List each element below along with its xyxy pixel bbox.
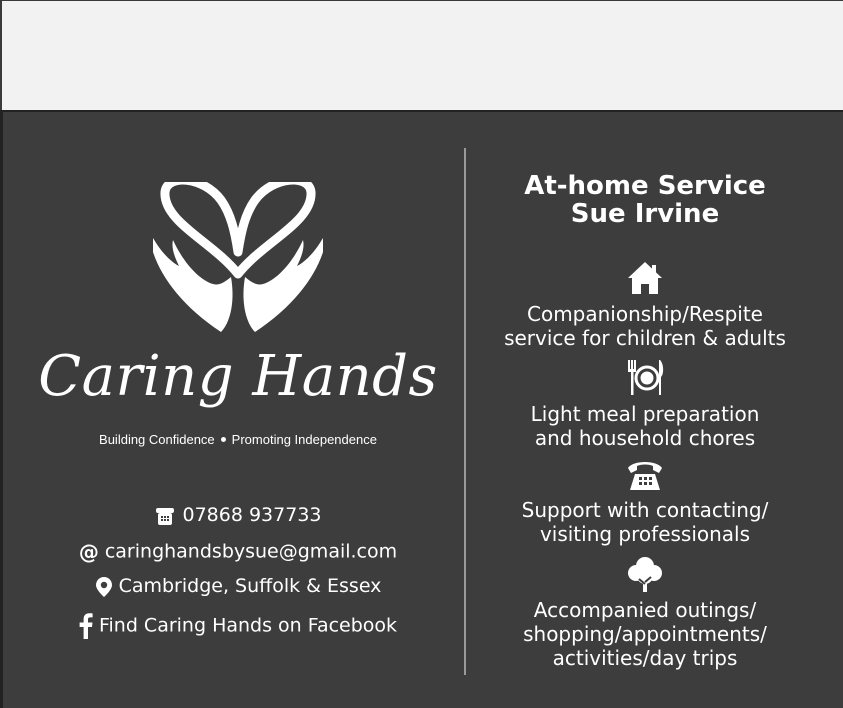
service-item-line: Light meal preparation <box>530 402 760 426</box>
contact-email[interactable]: @ caringhandsbysue@gmail.com <box>3 540 473 564</box>
brand-tagline: Building Confidence Promoting Independenc… <box>3 432 473 447</box>
heart-hands-logo-icon <box>153 182 323 332</box>
contact-phone[interactable]: 07868 937733 <box>3 504 473 527</box>
at-sign-icon: @ <box>78 540 99 564</box>
top-blank-strip <box>0 0 843 110</box>
facebook-text: Find Caring Hands on Facebook <box>98 614 398 637</box>
house-icon <box>628 262 662 294</box>
brand-name: Caring Hands <box>38 344 438 409</box>
service-item-line: activities/day trips <box>552 646 738 670</box>
telephone-icon <box>156 507 175 525</box>
service-item-line: Accompanied outings/ <box>533 598 757 622</box>
business-card: Caring Hands Building Confidence Promotin… <box>0 110 843 708</box>
tree-icon <box>628 557 662 592</box>
tagline-left: Building Confidence <box>99 432 215 447</box>
service-title-line1: At-home Service <box>524 171 766 201</box>
facebook-icon <box>79 613 93 639</box>
service-item-line: Companionship/Respite <box>527 302 763 326</box>
service-item-line: shopping/appointments/ <box>523 622 767 646</box>
contact-location: Cambridge, Suffolk & Essex <box>3 575 473 598</box>
plate-cutlery-icon <box>628 360 664 395</box>
location-pin-icon <box>95 576 112 597</box>
bullet-dot-icon <box>220 437 226 443</box>
service-item-companionship: Companionship/Respite service for childr… <box>466 302 824 350</box>
telephone-icon <box>628 462 662 490</box>
service-item-line: visiting professionals <box>539 522 751 546</box>
service-item-line: service for children & adults <box>504 326 786 350</box>
email-address: caringhandsbysue@gmail.com <box>104 540 398 563</box>
contact-facebook[interactable]: Find Caring Hands on Facebook <box>3 613 473 639</box>
service-title: At-home Service Sue Irvine <box>466 172 824 228</box>
service-item-outings: Accompanied outings/ shopping/appointmen… <box>466 598 824 670</box>
left-panel: Caring Hands Building Confidence Promotin… <box>3 112 464 708</box>
service-item-line: and household chores <box>534 426 756 450</box>
right-panel: At-home Service Sue Irvine Companionship… <box>466 112 843 708</box>
service-item-professionals: Support with contacting/ visiting profes… <box>466 498 824 546</box>
phone-number: 07868 937733 <box>182 504 322 526</box>
service-title-line2: Sue Irvine <box>570 199 720 229</box>
location-text: Cambridge, Suffolk & Essex <box>118 575 382 597</box>
tagline-right: Promoting Independence <box>231 432 377 447</box>
service-item-meal: Light meal preparation and household cho… <box>466 402 824 450</box>
service-item-line: Support with contacting/ <box>521 498 769 522</box>
